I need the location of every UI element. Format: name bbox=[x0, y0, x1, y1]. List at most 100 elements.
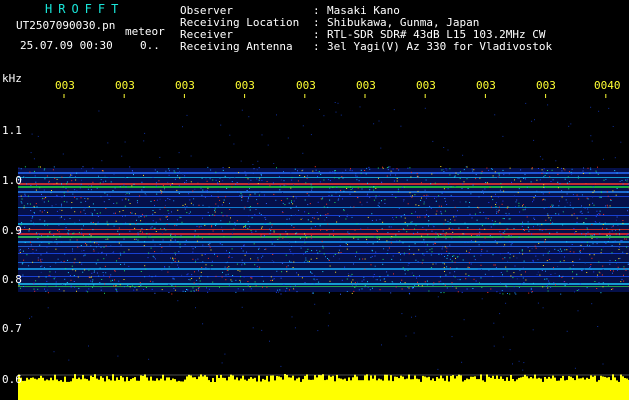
noise-pixel bbox=[380, 147, 382, 149]
noise-pixel bbox=[49, 271, 51, 273]
noise-pixel bbox=[321, 240, 323, 242]
noise-pixel bbox=[156, 171, 158, 173]
noise-pixel bbox=[285, 236, 287, 237]
noise-pixel bbox=[138, 216, 140, 218]
noise-pixel bbox=[554, 272, 556, 274]
signal-bar-spike bbox=[426, 377, 428, 384]
signal-bar-fill bbox=[18, 384, 629, 400]
noise-pixel bbox=[620, 141, 622, 143]
noise-pixel bbox=[602, 269, 604, 270]
noise-pixel bbox=[349, 193, 351, 195]
noise-pixel bbox=[369, 289, 371, 291]
noise-pixel bbox=[531, 120, 533, 122]
noise-pixel bbox=[336, 221, 338, 223]
noise-pixel bbox=[173, 287, 175, 289]
noise-pixel bbox=[66, 201, 68, 203]
noise-pixel bbox=[134, 213, 136, 215]
noise-pixel bbox=[22, 262, 24, 264]
noise-pixel bbox=[33, 205, 35, 207]
noise-pixel bbox=[334, 202, 336, 203]
noise-pixel bbox=[426, 251, 428, 253]
noise-pixel bbox=[211, 195, 212, 197]
noise-pixel bbox=[66, 181, 68, 183]
noise-pixel bbox=[377, 204, 379, 206]
signal-bar-spike bbox=[320, 375, 322, 384]
noise-pixel bbox=[138, 286, 140, 287]
noise-pixel bbox=[282, 202, 284, 204]
noise-pixel bbox=[229, 177, 231, 179]
signal-bar-spike bbox=[152, 380, 154, 384]
noise-pixel bbox=[485, 217, 487, 219]
signal-bar-spike bbox=[334, 381, 336, 384]
noise-pixel bbox=[196, 279, 198, 281]
noise-pixel bbox=[273, 231, 275, 233]
noise-pixel bbox=[488, 169, 490, 171]
noise-pixel bbox=[444, 263, 445, 265]
noise-pixel bbox=[610, 200, 612, 201]
noise-pixel bbox=[341, 176, 343, 178]
noise-pixel bbox=[431, 248, 433, 250]
noise-pixel bbox=[215, 203, 217, 205]
noise-pixel bbox=[469, 202, 471, 203]
noise-pixel bbox=[85, 200, 87, 202]
noise-pixel bbox=[334, 253, 336, 255]
signal-bar-spike bbox=[516, 379, 518, 384]
noise-pixel bbox=[302, 217, 303, 219]
noise-pixel bbox=[584, 207, 586, 209]
noise-pixel bbox=[114, 187, 116, 189]
noise-pixel bbox=[256, 199, 258, 201]
noise-pixel bbox=[118, 257, 120, 259]
noise-pixel bbox=[49, 231, 51, 233]
noise-pixel bbox=[566, 330, 568, 332]
noise-pixel bbox=[615, 262, 617, 264]
noise-pixel bbox=[295, 214, 296, 216]
noise-pixel bbox=[219, 183, 221, 185]
signal-bar-spike bbox=[142, 375, 144, 384]
noise-pixel bbox=[256, 178, 258, 180]
noise-pixel bbox=[152, 213, 154, 215]
signal-bar-spike bbox=[374, 375, 376, 384]
noise-pixel bbox=[582, 170, 584, 172]
signal-bar-spike bbox=[72, 378, 74, 384]
noise-pixel bbox=[143, 216, 145, 218]
noise-pixel bbox=[471, 168, 473, 170]
noise-pixel bbox=[546, 172, 548, 174]
noise-pixel bbox=[258, 248, 260, 250]
noise-pixel bbox=[170, 235, 172, 237]
signal-bar-spike bbox=[228, 376, 230, 384]
noise-pixel bbox=[625, 238, 627, 240]
noise-pixel bbox=[499, 231, 501, 233]
noise-pixel bbox=[184, 208, 186, 210]
signal-bar-spike bbox=[324, 380, 326, 384]
signal-bar-spike bbox=[210, 382, 212, 384]
signal-bar-spike bbox=[366, 374, 368, 384]
noise-pixel bbox=[541, 224, 543, 226]
noise-pixel bbox=[97, 221, 99, 223]
noise-pixel bbox=[390, 226, 392, 228]
noise-pixel bbox=[94, 209, 96, 211]
noise-pixel bbox=[231, 280, 233, 282]
noise-pixel bbox=[590, 135, 592, 137]
noise-pixel bbox=[519, 252, 520, 254]
noise-pixel bbox=[56, 182, 58, 184]
noise-pixel bbox=[227, 273, 229, 275]
noise-pixel bbox=[420, 182, 422, 184]
signal-bar-spike bbox=[534, 374, 536, 384]
noise-pixel bbox=[258, 179, 260, 181]
noise-pixel bbox=[260, 174, 262, 176]
noise-pixel bbox=[196, 225, 198, 227]
noise-pixel bbox=[612, 272, 613, 274]
noise-pixel bbox=[396, 168, 398, 170]
noise-pixel bbox=[207, 166, 209, 168]
noise-pixel bbox=[409, 167, 411, 169]
noise-pixel bbox=[227, 261, 229, 263]
noise-pixel bbox=[518, 360, 520, 362]
noise-pixel bbox=[314, 303, 316, 305]
noise-pixel bbox=[435, 232, 437, 234]
signal-bar-spike bbox=[588, 378, 590, 384]
noise-pixel bbox=[516, 278, 518, 280]
noise-pixel bbox=[245, 283, 247, 285]
noise-pixel bbox=[415, 259, 417, 261]
noise-pixel bbox=[295, 241, 297, 243]
noise-pixel bbox=[423, 242, 425, 244]
